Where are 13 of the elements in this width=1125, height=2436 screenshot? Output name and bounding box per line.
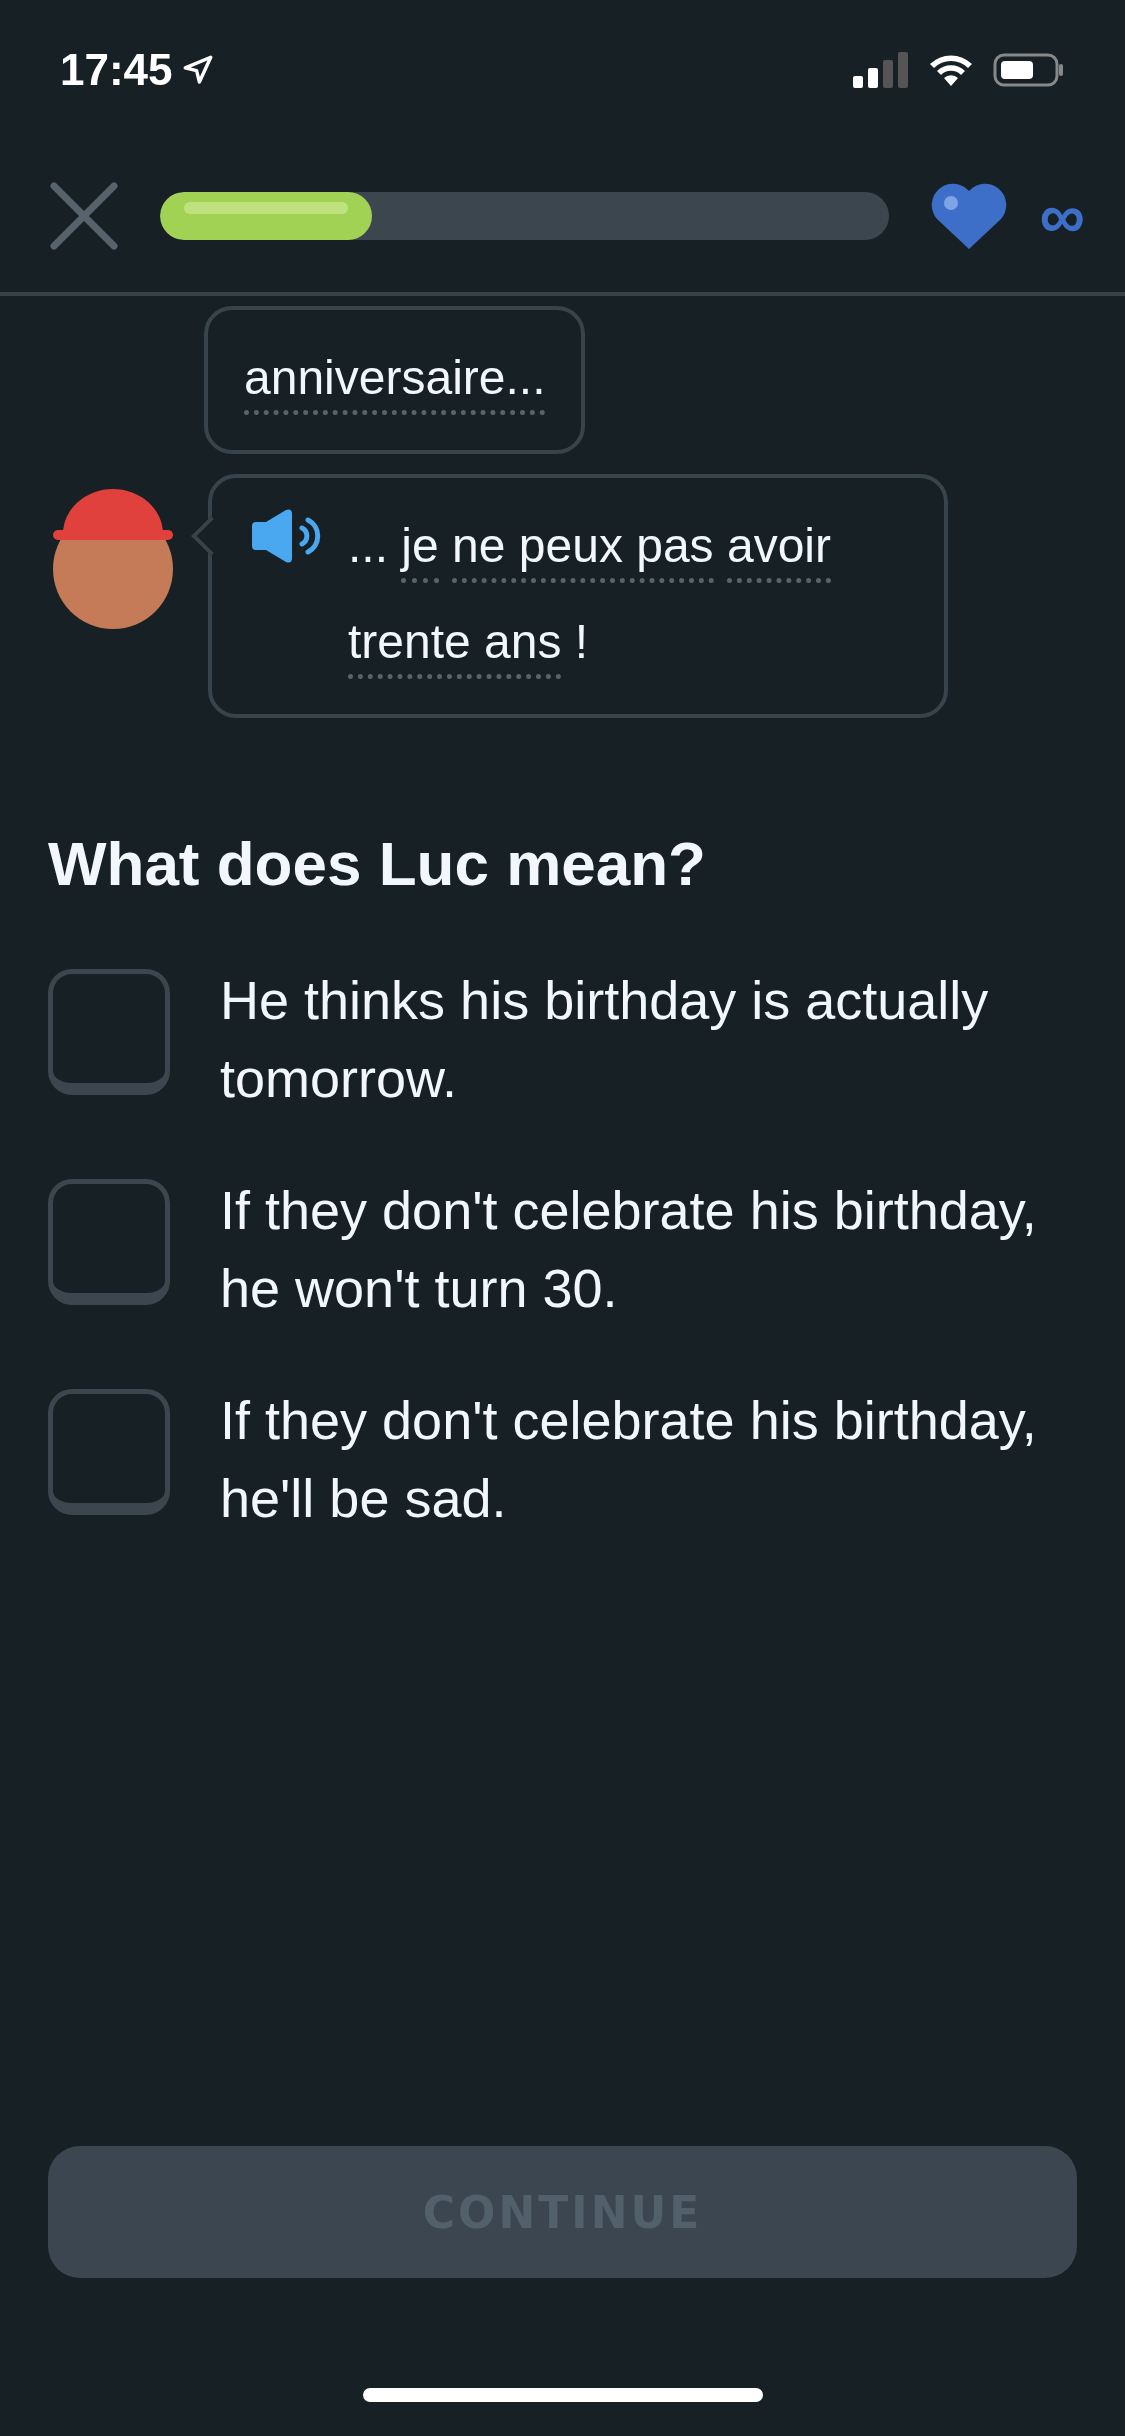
checkbox[interactable] — [48, 969, 170, 1095]
hearts-count: ∞ — [1039, 179, 1085, 253]
signal-icon — [853, 52, 909, 88]
checkbox[interactable] — [48, 1389, 170, 1515]
option-text[interactable]: He thinks his birthday is actually tomorrow. — [220, 961, 1077, 1117]
battery-icon — [993, 52, 1065, 88]
question-heading: What does Luc mean? — [48, 828, 707, 899]
status-time: 17:45 — [60, 45, 173, 95]
message-text: anniversaire... — [244, 330, 546, 426]
checkbox[interactable] — [48, 1179, 170, 1305]
option-text[interactable]: If they don't celebrate his birthday, he won't turn 30. — [220, 1171, 1077, 1327]
option-text[interactable]: If they don't celebrate his birthday, he'll be sad. — [220, 1381, 1077, 1537]
message-text: ... je ne peux pas avoir trente ans ! — [348, 498, 908, 690]
